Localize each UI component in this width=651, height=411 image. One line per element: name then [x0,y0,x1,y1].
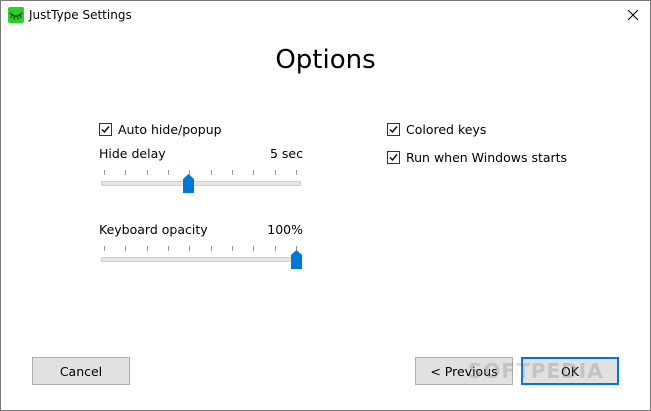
colored-keys-checkbox-row[interactable]: Colored keys [387,122,486,137]
run-on-start-checkbox[interactable] [387,151,400,164]
slider-tick [189,246,190,251]
window-title: JustType Settings [29,8,132,22]
slider-thumb[interactable] [291,250,302,269]
hide-delay-label: Hide delay [99,146,166,161]
run-on-start-label: Run when Windows starts [406,150,568,165]
auto-hide-label: Auto hide/popup [118,122,222,137]
keyboard-opacity-slider[interactable] [101,246,302,270]
checkmark-icon [389,154,398,162]
slider-tick [296,170,297,175]
close-icon [627,6,639,25]
ok-button[interactable]: OK [521,357,619,385]
slider-tick [211,246,212,251]
slider-tick [211,170,212,175]
hide-delay-value: 5 sec [269,146,303,161]
slider-tick [104,170,105,175]
slider-tick [147,170,148,175]
slider-tick [232,246,233,251]
colored-keys-checkbox[interactable] [387,123,400,136]
hide-delay-slider[interactable] [101,170,301,194]
slider-tick [125,170,126,175]
slider-tick [232,170,233,175]
checkmark-icon [101,126,110,134]
auto-hide-checkbox-row[interactable]: Auto hide/popup [99,122,222,137]
slider-tick [168,246,169,251]
settings-window: JustType Settings Options Auto hide/popu… [0,0,651,411]
slider-tick [104,246,105,251]
slider-tick [253,170,254,175]
slider-tick [147,246,148,251]
slider-track [101,257,301,262]
slider-tick [253,246,254,251]
slider-track [101,181,301,186]
title-bar: JustType Settings [1,1,650,29]
slider-thumb[interactable] [183,174,194,193]
keyboard-opacity-value: 100% [267,222,303,237]
colored-keys-label: Colored keys [406,122,487,137]
close-button[interactable] [616,1,650,29]
previous-button[interactable]: < Previous [415,357,513,385]
checkmark-icon [389,126,398,134]
keyboard-opacity-label: Keyboard opacity [99,222,208,237]
page-title: Options [275,45,376,75]
eye-lashes-icon [8,7,24,23]
slider-tick [168,170,169,175]
slider-tick [275,170,276,175]
slider-tick [125,246,126,251]
cancel-button[interactable]: Cancel [32,357,130,385]
run-on-start-checkbox-row[interactable]: Run when Windows starts [387,150,567,165]
slider-tick [275,246,276,251]
auto-hide-checkbox[interactable] [99,123,112,136]
